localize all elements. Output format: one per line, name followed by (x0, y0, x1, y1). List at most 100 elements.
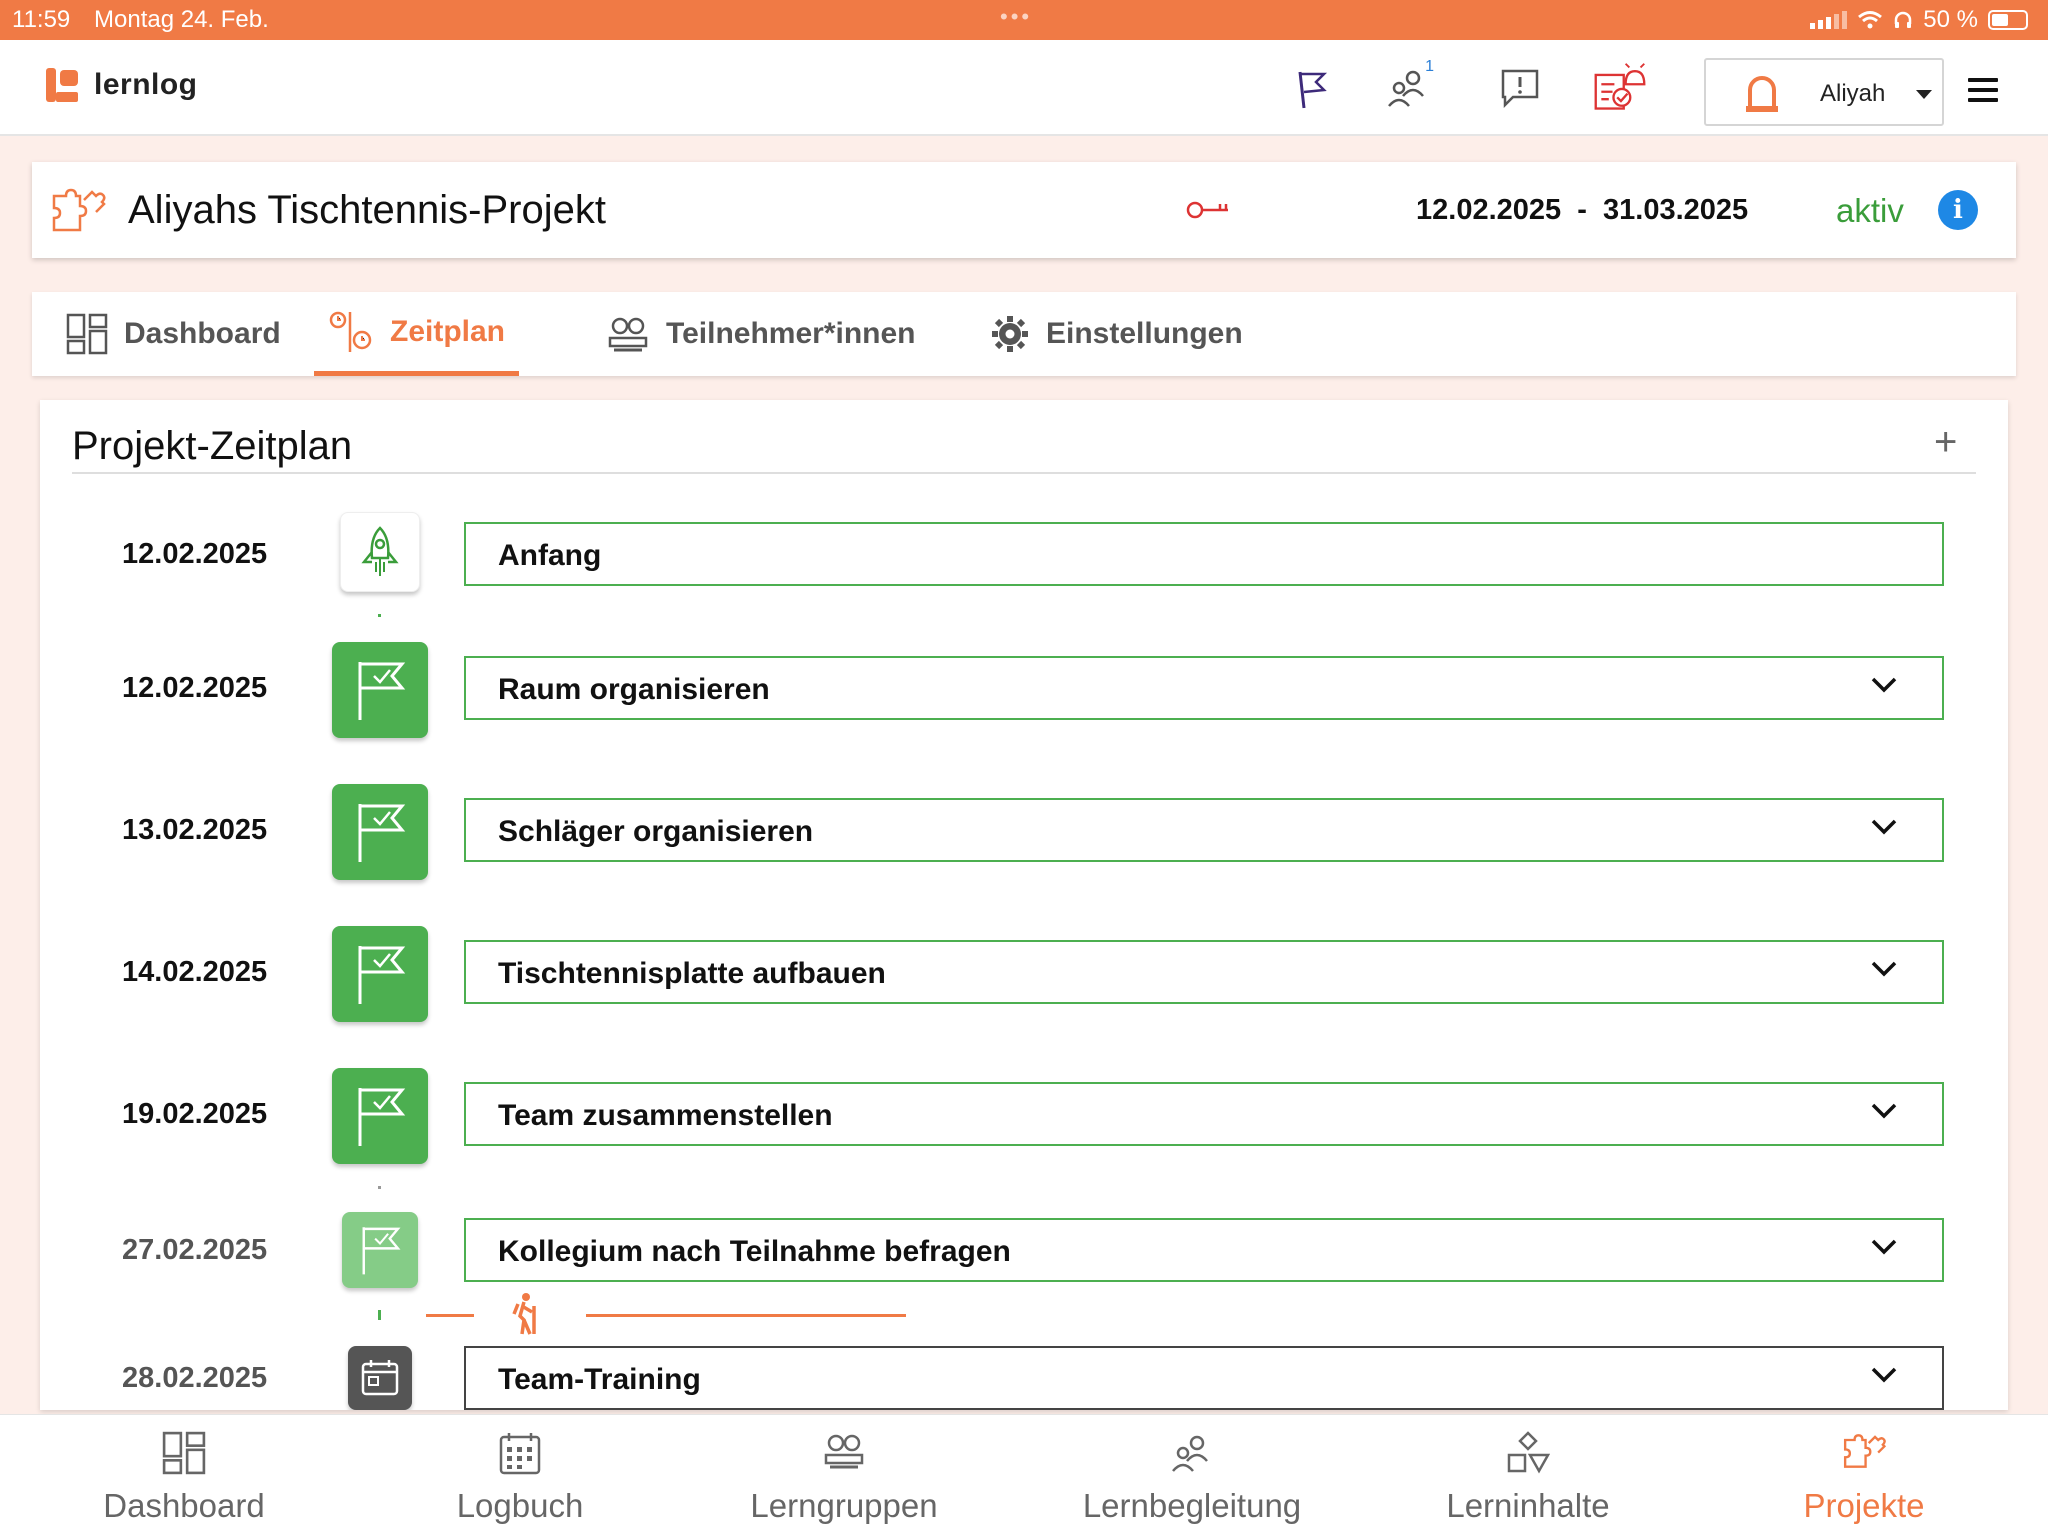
nav-label: Projekte (1803, 1487, 1925, 1524)
timeline-date: 28.02.2025 (122, 1362, 268, 1394)
chevron-down-icon (1916, 90, 1932, 99)
timeline-date: 12.02.2025 (122, 672, 268, 704)
chevron-down-icon[interactable] (1870, 676, 1898, 694)
timeline-date: 13.02.2025 (122, 814, 268, 846)
tab-label: Einstellungen (1046, 317, 1243, 350)
mentor-icon (1172, 1435, 1208, 1472)
group-icon (608, 317, 648, 352)
headphones-icon (1895, 11, 1912, 28)
timeline-node-done[interactable] (332, 1068, 428, 1164)
timeline-item[interactable]: Tischtennisplatte aufbauen (464, 940, 1944, 1004)
chevron-down-icon[interactable] (1870, 1366, 1898, 1384)
chevron-down-icon[interactable] (1870, 1238, 1898, 1256)
battery-icon (1988, 10, 2028, 30)
multitask-dots-icon[interactable]: ••• (1000, 4, 1032, 30)
info-icon[interactable]: i (1938, 190, 1978, 230)
app-header: lernlog 1 Aliyah (0, 40, 2048, 136)
nav-projekte[interactable]: Projekte (1744, 1415, 1984, 1536)
flag-check-icon (358, 662, 406, 720)
tab-label: Zeitplan (390, 314, 506, 348)
chevron-down-icon[interactable] (1870, 818, 1898, 836)
nav-label: Lerninhalte (1446, 1487, 1610, 1524)
user-avatar-icon (1746, 76, 1778, 112)
timeline-item-label: Schläger organisieren (498, 815, 814, 848)
timeline-clock-icon (329, 311, 372, 352)
timeline-item[interactable]: Team zusammenstellen (464, 1082, 1944, 1146)
nav-lernbegleitung[interactable]: Lernbegleitung (1072, 1415, 1312, 1536)
timeline-item[interactable]: Schläger organisieren (464, 798, 1944, 862)
rocket-icon (361, 526, 399, 576)
flag-icon (1298, 71, 1328, 109)
nav-logbuch[interactable]: Logbuch (400, 1415, 640, 1536)
user-name: Aliyah (1820, 80, 1886, 107)
gear-icon (992, 316, 1028, 352)
tab-einstellungen[interactable]: Einstellungen (976, 292, 1257, 376)
timeline-heading: Projekt-Zeitplan (72, 424, 353, 468)
milestone-flag-button[interactable] (1284, 60, 1340, 116)
project-status: aktiv (1836, 192, 1904, 229)
nav-label: Lernbegleitung (1082, 1487, 1302, 1524)
status-bar: 11:59 Montag 24. Feb. ••• 50 % (0, 0, 2048, 40)
hiker-icon (512, 1293, 536, 1335)
shapes-icon (1507, 1431, 1550, 1474)
timeline-item[interactable]: Raum organisieren (464, 656, 1944, 720)
user-menu-dropdown[interactable]: Aliyah (1704, 58, 1944, 126)
timeline-item[interactable]: Team-Training (464, 1346, 1944, 1410)
timeline-date: 14.02.2025 (122, 956, 268, 988)
timeline-connector (378, 1310, 381, 1320)
timeline-date: 27.02.2025 (122, 1234, 268, 1266)
tasks-alert-button[interactable] (1592, 60, 1648, 116)
timeline-card: Projekt-Zeitplan + 12.02.2025 Anfang 12.… (40, 400, 2008, 1410)
hamburger-menu-icon[interactable] (1968, 78, 1998, 108)
calendar-icon (361, 1360, 399, 1396)
flag-check-icon (358, 1088, 406, 1146)
key-icon[interactable] (1186, 198, 1230, 222)
add-milestone-button[interactable]: + (1934, 420, 1957, 465)
timeline-node-done[interactable] (332, 926, 428, 1022)
group-icon (824, 1434, 864, 1469)
battery-percent: 50 % (1923, 6, 1978, 33)
nav-lerngruppen[interactable]: Lerngruppen (724, 1415, 964, 1536)
chevron-down-icon[interactable] (1870, 960, 1898, 978)
project-date-range: 12.02.2025 - 31.03.2025 (1416, 194, 1749, 226)
chevron-down-icon[interactable] (1870, 1102, 1898, 1120)
dashboard-icon (162, 1431, 206, 1475)
status-date: Montag 24. Feb. (94, 6, 269, 33)
nav-label: Dashboard (103, 1487, 265, 1524)
timeline-date: 12.02.2025 (122, 538, 268, 570)
tab-teilnehmer[interactable]: Teilnehmer*innen (592, 292, 930, 376)
timeline-item-label: Team zusammenstellen (498, 1099, 833, 1132)
timeline-item[interactable]: Anfang (464, 522, 1944, 586)
project-tabs: Dashboard Zeitplan Teilnehmer*innen Eins… (32, 292, 2016, 376)
timeline-node-start (340, 512, 420, 592)
flag-check-icon (362, 1227, 401, 1275)
timeline-item-label: Raum organisieren (498, 673, 770, 706)
timeline-item[interactable]: Kollegium nach Teilnahme befragen (464, 1218, 1944, 1282)
nav-dashboard[interactable]: Dashboard (64, 1415, 304, 1536)
tab-zeitplan[interactable]: Zeitplan (314, 292, 520, 376)
app-logo[interactable]: lernlog (46, 68, 198, 102)
timeline-node-upcoming[interactable] (348, 1346, 412, 1410)
mentor-icon (1388, 70, 1424, 107)
tab-dashboard[interactable]: Dashboard (52, 292, 295, 376)
divider (72, 472, 1976, 474)
wifi-icon (1858, 11, 1883, 29)
today-line (426, 1314, 474, 1317)
timeline-node-done[interactable] (332, 784, 428, 880)
tab-label: Teilnehmer*innen (666, 317, 916, 350)
nav-lerninhalte[interactable]: Lerninhalte (1408, 1415, 1648, 1536)
timeline-node-past[interactable] (342, 1212, 418, 1288)
timeline-date: 19.02.2025 (122, 1098, 268, 1130)
feedback-button[interactable] (1492, 60, 1548, 116)
nav-label: Lerngruppen (750, 1487, 938, 1524)
task-alarm-icon (1594, 63, 1646, 110)
timeline-connector (378, 1186, 381, 1189)
mentoring-button[interactable]: 1 (1380, 58, 1436, 116)
project-title: Aliyahs Tischtennis-Projekt (128, 188, 606, 232)
today-line (586, 1314, 906, 1317)
timeline-node-done[interactable] (332, 642, 428, 738)
flag-check-icon (358, 804, 406, 862)
timeline-item-label: Tischtennisplatte aufbauen (498, 957, 886, 990)
puzzle-icon (52, 188, 106, 232)
nav-label: Logbuch (456, 1487, 584, 1524)
